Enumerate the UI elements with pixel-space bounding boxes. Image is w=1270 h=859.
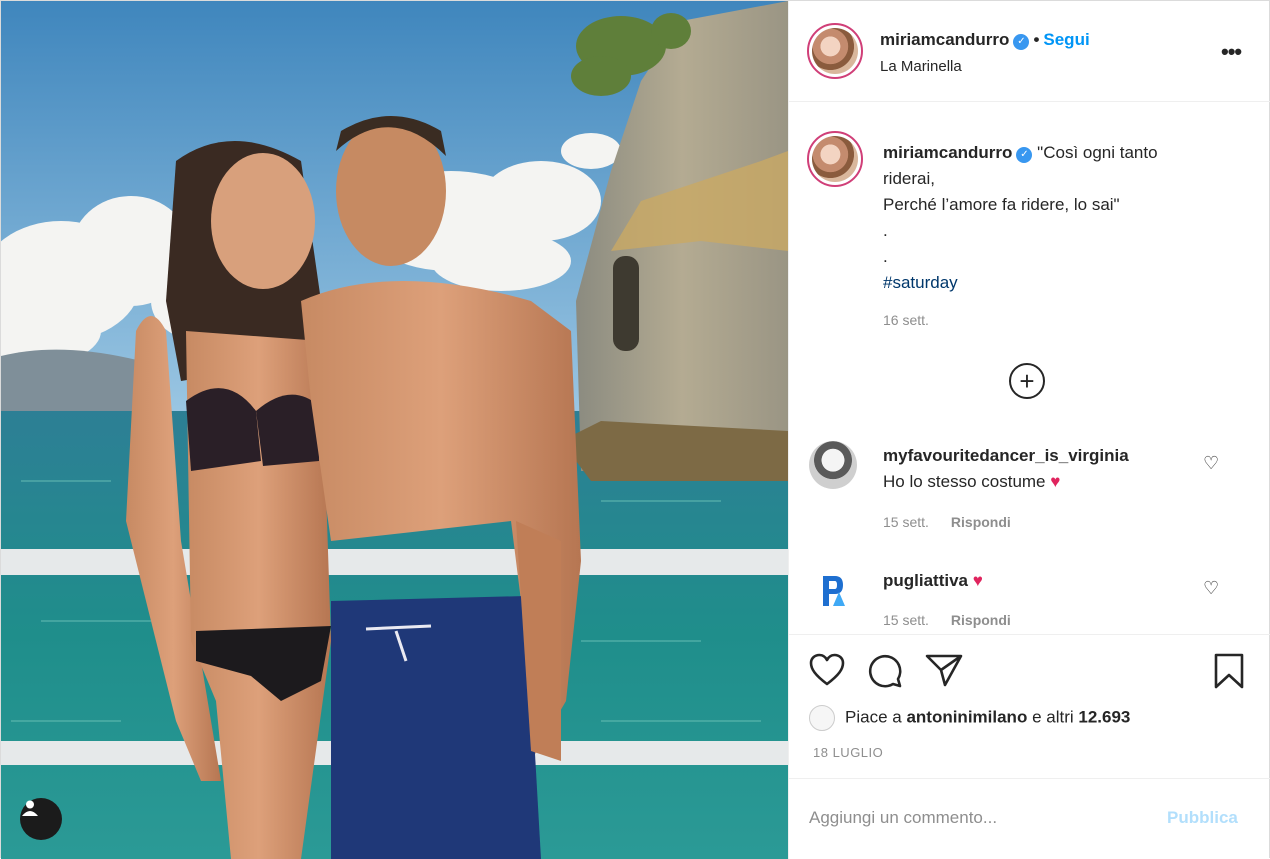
- load-more-comments-button[interactable]: +: [1009, 363, 1045, 399]
- comment-like-heart-icon[interactable]: ♡: [1203, 453, 1219, 474]
- user-icon: [22, 800, 38, 816]
- post-header: miriamcandurro ✓ • Segui La Marinella •••: [789, 1, 1270, 102]
- header-username-row: miriamcandurro ✓ • Segui: [880, 30, 1090, 50]
- save-bookmark-icon[interactable]: [1213, 653, 1245, 689]
- post-location[interactable]: La Marinella: [880, 58, 962, 75]
- instagram-post: miriamcandurro ✓ • Segui La Marinella ••• m…: [0, 0, 1270, 859]
- comment-time[interactable]: 15 sett.: [883, 612, 929, 628]
- post-actions: Piace a antoninimilano e altri 12.693 18…: [789, 634, 1270, 778]
- reply-button[interactable]: Rispondi: [951, 612, 1011, 628]
- pugliattiva-logo[interactable]: [809, 566, 857, 614]
- separator-dot: •: [1033, 30, 1040, 49]
- tagged-users-button[interactable]: [20, 798, 62, 840]
- add-comment-bar: Pubblica: [789, 778, 1270, 858]
- comment-username[interactable]: myfavouritedancer_is_virginia: [883, 446, 1129, 465]
- comment-meta: 15 sett. Rispondi: [883, 514, 1033, 530]
- likes-summary[interactable]: Piace a antoninimilano e altri 12.693: [809, 705, 1130, 731]
- commenter-avatar[interactable]: [809, 441, 857, 489]
- publish-button[interactable]: Pubblica: [1167, 808, 1238, 828]
- pugliattiva-logo-icon: [823, 576, 845, 606]
- comment-like-heart-icon[interactable]: ♡: [1203, 578, 1219, 599]
- caption-line: .: [883, 221, 888, 240]
- caption-text: miriamcandurro ✓ "Così ogni tanto riderai…: [883, 140, 1223, 296]
- verified-badge-icon: ✓: [1013, 34, 1030, 50]
- share-send-icon[interactable]: [925, 653, 963, 687]
- likes-prefix: Piace a: [845, 707, 902, 727]
- post-date[interactable]: 18 LUGLIO: [813, 745, 883, 760]
- caption-line: .: [883, 247, 888, 266]
- post-details-panel: miriamcandurro ✓ • Segui La Marinella ••• m…: [788, 1, 1270, 859]
- caption-time[interactable]: 16 sett.: [883, 312, 929, 328]
- post-photo[interactable]: [1, 1, 788, 859]
- like-heart-icon[interactable]: [809, 653, 845, 687]
- header-username[interactable]: miriamcandurro: [880, 30, 1009, 49]
- likes-user[interactable]: antoninimilano: [906, 707, 1027, 726]
- caption-username[interactable]: miriamcandurro: [883, 143, 1012, 162]
- caption-line: Perché l’amore fa ridere, lo sai": [883, 195, 1120, 214]
- comment-body: pugliattiva ♥: [883, 568, 983, 594]
- more-options-icon[interactable]: •••: [1221, 39, 1242, 65]
- likes-count[interactable]: 12.693: [1078, 707, 1130, 726]
- liker-avatar: [809, 705, 835, 731]
- follow-button[interactable]: Segui: [1043, 30, 1089, 49]
- reply-button[interactable]: Rispondi: [951, 514, 1011, 530]
- likes-suffix: e altri: [1032, 707, 1074, 727]
- comment-bubble-icon[interactable]: [867, 653, 903, 689]
- comment-meta: 15 sett. Rispondi: [883, 612, 1033, 628]
- photo-image: [1, 1, 788, 859]
- red-heart-icon: ♥: [1050, 472, 1061, 491]
- comment-body: myfavouritedancer_is_virginia Ho lo stes…: [883, 443, 1129, 495]
- caption-avatar[interactable]: [807, 131, 863, 187]
- caption-line: riderai,: [883, 169, 935, 188]
- caption-line: "Così ogni tanto: [1037, 143, 1158, 162]
- comment-time[interactable]: 15 sett.: [883, 514, 929, 530]
- comment-username[interactable]: pugliattiva: [883, 571, 968, 590]
- verified-badge-icon: ✓: [1016, 147, 1033, 163]
- plus-circle-icon: +: [1019, 366, 1035, 396]
- add-comment-input[interactable]: [809, 801, 1139, 835]
- red-heart-icon: ♥: [972, 571, 983, 590]
- comment-text: Ho lo stesso costume: [883, 472, 1046, 491]
- hashtag-link[interactable]: #saturday: [883, 270, 1223, 296]
- profile-avatar[interactable]: [807, 23, 863, 79]
